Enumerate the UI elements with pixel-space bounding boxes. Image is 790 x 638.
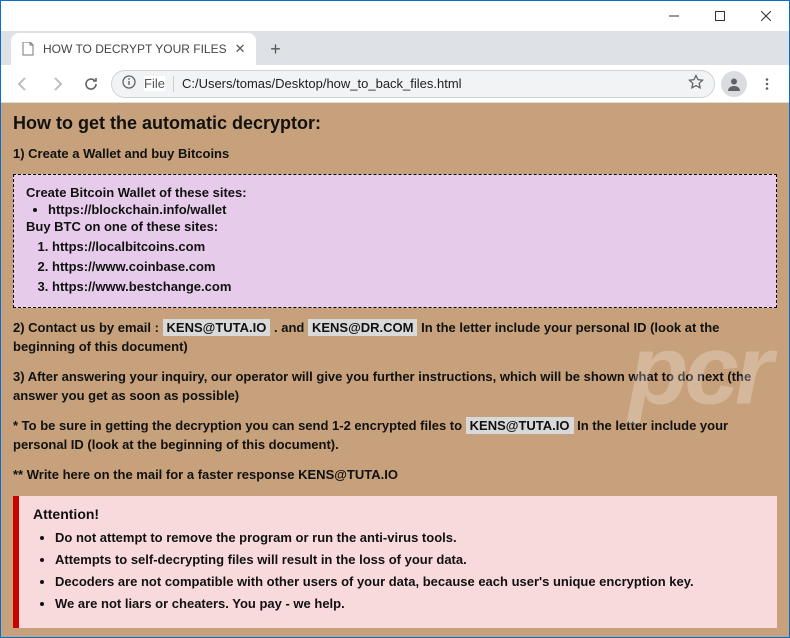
buy-site-2: https://www.coinbase.com (52, 259, 764, 274)
window-controls (651, 1, 789, 31)
page-heading: How to get the automatic decryptor: (13, 113, 777, 134)
step-1: 1) Create a Wallet and buy Bitcoins (13, 144, 777, 164)
attention-item: We are not liars or cheaters. You pay - … (55, 596, 763, 611)
step-3: 3) After answering your inquiry, our ope… (13, 367, 777, 406)
browser-toolbar: File C:/Users/tomas/Desktop/how_to_back_… (1, 65, 789, 103)
maximize-button[interactable] (697, 1, 743, 31)
attention-item: Decoders are not compatible with other u… (55, 574, 763, 589)
email-3: KENS@TUTA.IO (466, 417, 574, 434)
address-bar[interactable]: File C:/Users/tomas/Desktop/how_to_back_… (111, 70, 715, 98)
reload-button[interactable] (77, 70, 105, 98)
attention-title: Attention! (33, 506, 763, 522)
attention-panel: Attention! Do not attempt to remove the … (13, 496, 777, 628)
wallet-panel: Create Bitcoin Wallet of these sites: ht… (13, 174, 777, 308)
divider (173, 76, 174, 92)
panel-line-2: Buy BTC on one of these sites: (26, 219, 764, 234)
note-1: * To be sure in getting the decryption y… (13, 416, 777, 455)
attention-item: Do not attempt to remove the program or … (55, 530, 763, 545)
panel-line-1: Create Bitcoin Wallet of these sites: (26, 185, 764, 200)
file-icon (21, 42, 35, 56)
minimize-button[interactable] (651, 1, 697, 31)
ransom-page: How to get the automatic decryptor: 1) C… (1, 103, 789, 637)
profile-button[interactable] (721, 71, 747, 97)
close-icon[interactable]: ✕ (235, 41, 246, 57)
buy-site-1: https://localbitcoins.com (52, 239, 764, 254)
tab-strip: HOW TO DECRYPT YOUR FILES ✕ + (1, 31, 789, 65)
window-titlebar (1, 1, 789, 31)
browser-window: HOW TO DECRYPT YOUR FILES ✕ + File C:/Us… (0, 0, 790, 638)
tab-title: HOW TO DECRYPT YOUR FILES (43, 42, 227, 56)
close-button[interactable] (743, 1, 789, 31)
url-text: C:/Users/tomas/Desktop/how_to_back_files… (182, 76, 680, 91)
email-1: KENS@TUTA.IO (163, 319, 271, 336)
bookmark-icon[interactable] (688, 74, 704, 93)
note-2: ** Write here on the mail for a faster r… (13, 465, 777, 485)
menu-button[interactable] (753, 70, 781, 98)
info-icon[interactable] (122, 75, 136, 92)
file-scheme-label: File (144, 76, 165, 91)
step-2: 2) Contact us by email : KENS@TUTA.IO . … (13, 318, 777, 357)
email-2: KENS@DR.COM (308, 319, 418, 336)
attention-item: Attempts to self-decrypting files will r… (55, 552, 763, 567)
forward-button[interactable] (43, 70, 71, 98)
page-viewport: pcr How to get the automatic decryptor: … (1, 103, 789, 637)
new-tab-button[interactable]: + (262, 35, 290, 63)
buy-site-3: https://www.bestchange.com (52, 279, 764, 294)
browser-tab[interactable]: HOW TO DECRYPT YOUR FILES ✕ (11, 33, 256, 65)
wallet-site: https://blockchain.info/wallet (48, 202, 764, 217)
back-button[interactable] (9, 70, 37, 98)
